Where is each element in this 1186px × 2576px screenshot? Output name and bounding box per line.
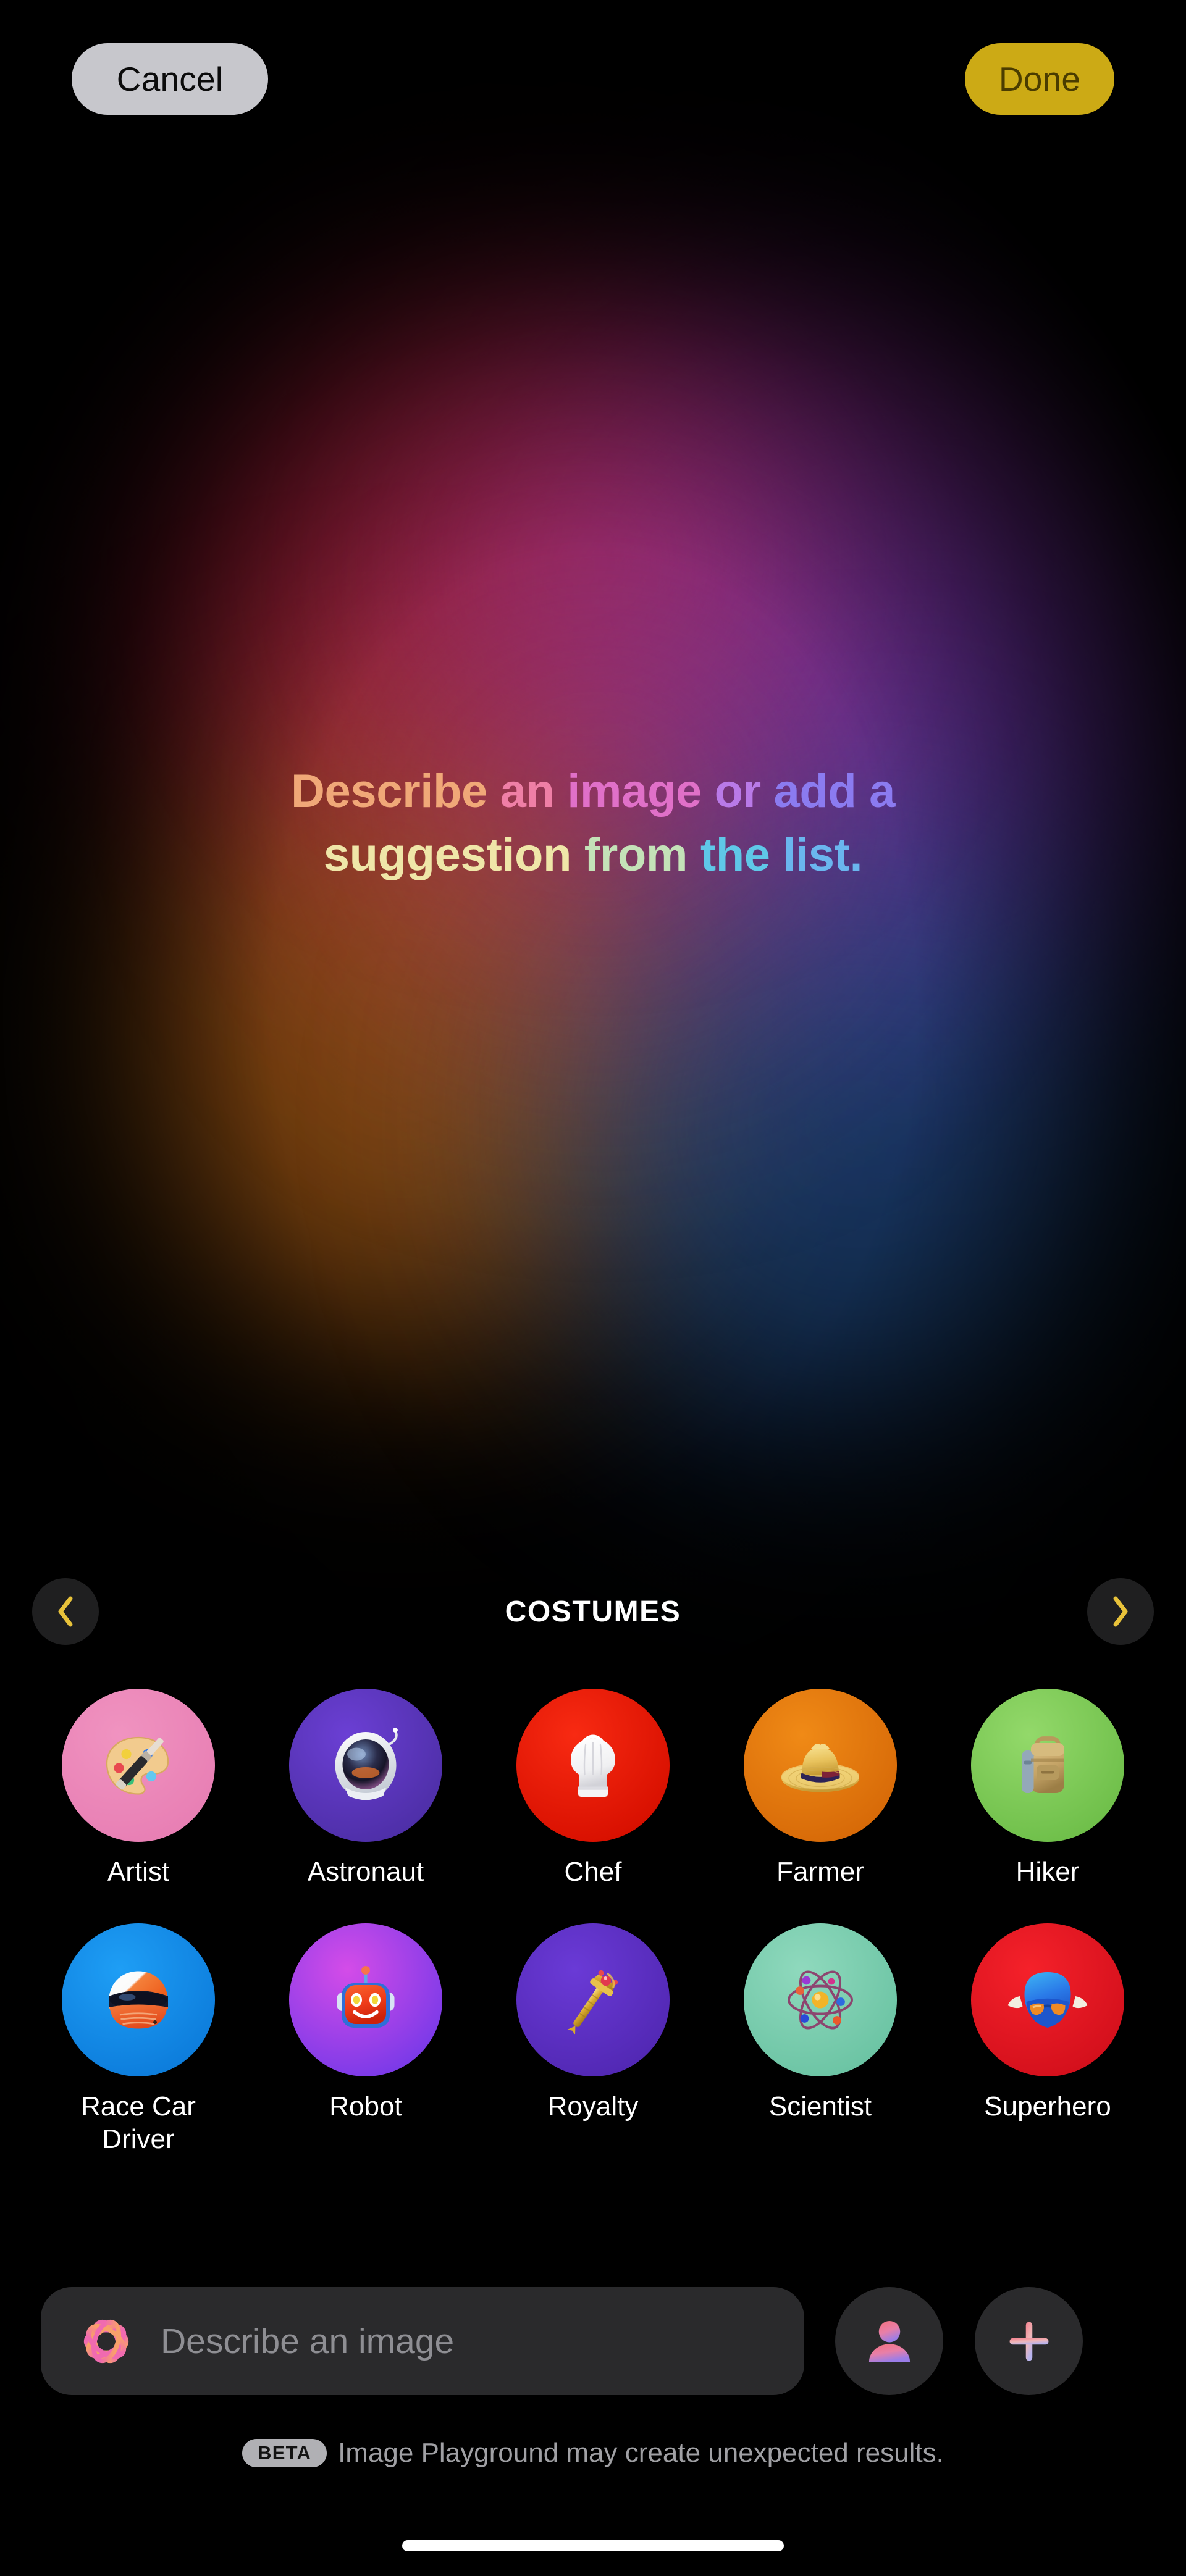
costume-avatar (516, 1923, 670, 2076)
costume-item-chef[interactable]: Chef (479, 1689, 707, 1889)
costume-item-superhero[interactable]: Superhero (934, 1923, 1161, 2156)
category-header: COSTUMES (0, 1568, 1186, 1655)
apple-intelligence-logo (83, 2319, 129, 2363)
image-playground-screen: Cancel Done Describe an image or add a s… (0, 0, 1186, 2576)
costume-avatar (62, 1923, 215, 2076)
category-title: COSTUMES (505, 1595, 681, 1628)
backpack-icon (1022, 1736, 1064, 1793)
costume-item-scientist[interactable]: Scientist (707, 1923, 934, 2156)
costume-label: Chef (564, 1857, 622, 1887)
previous-category-button[interactable] (32, 1578, 99, 1645)
costume-grid: Artist Astronaut Chef Farmer Hiker Race … (0, 1689, 1186, 2156)
costume-label: Superhero (984, 2091, 1111, 2122)
straw-hat-icon (781, 1744, 859, 1792)
scepter-icon (567, 1970, 618, 2035)
headline-prompt: Describe an image or add a suggestion fr… (0, 759, 1186, 887)
top-bar: Cancel Done (0, 0, 1186, 148)
costume-label: Astronaut (307, 1857, 424, 1887)
describe-image-placeholder: Describe an image (161, 2321, 455, 2361)
chevron-right-icon (1113, 1596, 1128, 1627)
plus-icon (1009, 2322, 1048, 2361)
costume-item-farmer[interactable]: Farmer (707, 1689, 934, 1889)
next-category-button[interactable] (1087, 1578, 1154, 1645)
costume-item-robot[interactable]: Robot (252, 1923, 479, 2156)
costume-label: Farmer (776, 1857, 864, 1887)
costume-item-hiker[interactable]: Hiker (934, 1689, 1161, 1889)
beta-disclaimer-text: Image Playground may create unexpected r… (338, 2438, 944, 2468)
atom-icon (788, 1970, 853, 2030)
space-helmet-icon (335, 1728, 398, 1800)
costume-item-artist[interactable]: Artist (25, 1689, 252, 1889)
headline-segment: suggestion (323, 829, 584, 882)
home-indicator[interactable] (402, 2540, 784, 2551)
headline-segment: image (567, 765, 715, 818)
costume-avatar (289, 1689, 442, 1842)
costume-avatar (744, 1689, 897, 1842)
racing-helmet-icon (109, 1971, 168, 2029)
chevron-left-icon (58, 1596, 73, 1627)
headline-segment: from (584, 829, 700, 882)
costume-item-royalty[interactable]: Royalty (479, 1923, 707, 2156)
headline-segment: or (714, 765, 774, 818)
costume-label: Royalty (547, 2091, 639, 2122)
costume-label: Race Car Driver (81, 2091, 196, 2155)
aurora-background (0, 0, 1186, 2576)
palette-icon (106, 1736, 169, 1795)
person-icon (868, 2320, 910, 2362)
add-button[interactable] (975, 2287, 1083, 2395)
costume-label: Robot (329, 2091, 402, 2122)
costume-avatar (62, 1689, 215, 1842)
robot-head-icon (337, 1965, 395, 2028)
cancel-button[interactable]: Cancel (72, 43, 268, 115)
costume-avatar (516, 1689, 670, 1842)
costume-avatar (289, 1923, 442, 2076)
costume-avatar (971, 1689, 1124, 1842)
prompt-input-bar: Describe an image (0, 2276, 1186, 2406)
headline-segment: an (500, 765, 568, 818)
headline-segment: Describe (291, 765, 500, 818)
beta-badge: BETA (242, 2439, 327, 2467)
headline-segment: add a (773, 765, 896, 818)
done-button[interactable]: Done (965, 43, 1114, 115)
hero-mask-icon (1007, 1972, 1088, 2028)
headline-segment: list. (783, 829, 863, 882)
beta-disclaimer-row: BETA Image Playground may create unexpec… (0, 2438, 1186, 2469)
costume-label: Artist (107, 1857, 170, 1887)
costume-label: Hiker (1016, 1857, 1080, 1887)
chef-hat-icon (571, 1734, 615, 1797)
costume-avatar (744, 1923, 897, 2076)
headline-segment: the (700, 829, 783, 882)
costume-item-astronaut[interactable]: Astronaut (252, 1689, 479, 1889)
costume-item-race-car-driver[interactable]: Race Car Driver (25, 1923, 252, 2156)
costume-avatar (971, 1923, 1124, 2076)
add-person-button[interactable] (835, 2287, 943, 2395)
costume-label: Scientist (768, 2091, 872, 2122)
describe-image-input[interactable]: Describe an image (41, 2287, 804, 2395)
background-vignette (0, 0, 1186, 2576)
